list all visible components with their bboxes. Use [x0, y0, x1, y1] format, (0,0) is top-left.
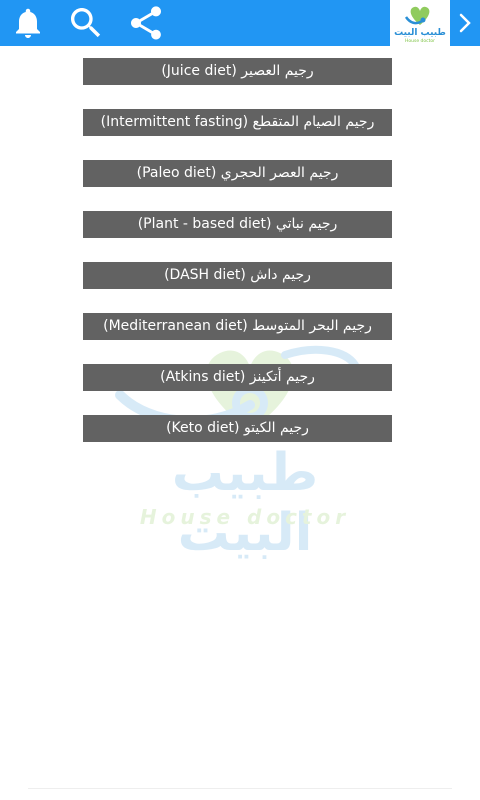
app-logo: طبيب البيت House doctor: [390, 0, 450, 46]
menu-button-keto-diet[interactable]: رجيم الكيتو (Keto diet): [83, 415, 392, 442]
menu-button-mediterranean-diet[interactable]: رجيم البحر المتوسط (Mediterranean diet): [83, 313, 392, 340]
share-icon[interactable]: [124, 0, 168, 46]
search-icon[interactable]: [64, 0, 108, 46]
chevron-right-icon[interactable]: [450, 0, 480, 46]
menu-button-dash-diet[interactable]: رجيم داش (DASH diet): [83, 262, 392, 289]
bell-icon[interactable]: [8, 0, 48, 46]
bottom-divider: [28, 788, 452, 789]
svg-text:House doctor: House doctor: [405, 38, 435, 43]
svg-text:طبيب البيت: طبيب البيت: [394, 28, 446, 38]
menu-button-paleo-diet[interactable]: رجيم العصر الحجري (Paleo diet): [83, 160, 392, 187]
menu-button-intermittent-fasting[interactable]: رجيم الصيام المتقطع (Intermittent fastin…: [83, 109, 392, 136]
menu-button-juice-diet[interactable]: رجيم العصير (Juice diet): [83, 58, 392, 85]
diet-menu: رجيم العصير (Juice diet) رجيم الصيام الم…: [83, 58, 392, 466]
watermark-english-text: House doctor: [139, 505, 351, 529]
menu-button-atkins-diet[interactable]: رجيم أتكينز (Atkins diet): [83, 364, 392, 391]
top-toolbar: طبيب البيت House doctor: [0, 0, 480, 46]
menu-button-plant-based-diet[interactable]: رجيم نباتي (Plant - based diet): [83, 211, 392, 238]
